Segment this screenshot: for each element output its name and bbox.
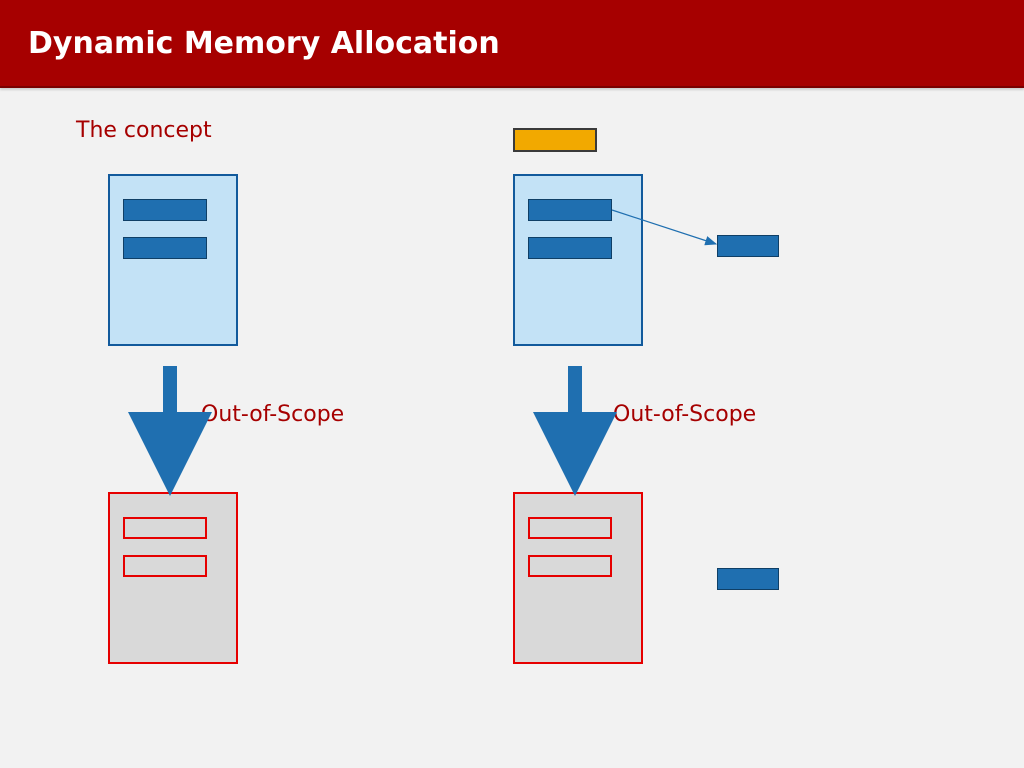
concept-label: The concept — [76, 118, 212, 143]
var-bar-left-bottom-1 — [123, 517, 207, 539]
page-title: Dynamic Memory Allocation — [28, 26, 500, 61]
var-bar-left-bottom-2 — [123, 555, 207, 577]
var-bar-right-top-1 — [528, 199, 612, 221]
var-bar-left-top-1 — [123, 199, 207, 221]
var-bar-right-bottom-1 — [528, 517, 612, 539]
var-bar-left-top-2 — [123, 237, 207, 259]
heap-marker — [513, 128, 597, 152]
heap-block-top — [717, 235, 779, 257]
title-bar: Dynamic Memory Allocation — [0, 0, 1024, 88]
heap-block-bottom — [717, 568, 779, 590]
out-of-scope-label-right: Out-of-Scope — [613, 402, 756, 427]
var-bar-right-top-2 — [528, 237, 612, 259]
var-bar-right-bottom-2 — [528, 555, 612, 577]
out-of-scope-label-left: Out-of-Scope — [201, 402, 344, 427]
